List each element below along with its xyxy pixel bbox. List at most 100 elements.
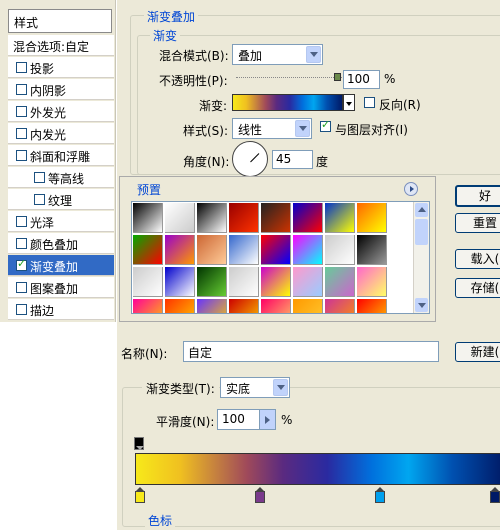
chevron-up-icon (418, 207, 426, 212)
style-item-checkbox[interactable] (16, 282, 27, 293)
save-button[interactable]: 存储( (455, 278, 500, 298)
style-item-checkbox[interactable] (16, 304, 27, 315)
style-item-checkbox[interactable] (16, 84, 27, 95)
style-item-label: 渐变叠加 (30, 260, 79, 274)
angle-dial[interactable] (232, 141, 268, 177)
gradient-preset-swatch[interactable] (357, 203, 387, 233)
gradient-preset-swatch[interactable] (133, 203, 163, 233)
style-item[interactable]: 渐变叠加 (8, 255, 114, 276)
style-item[interactable]: 纹理 (8, 189, 114, 210)
gradient-preset-swatch[interactable] (165, 299, 195, 313)
gradient-preset-swatch[interactable] (293, 299, 323, 313)
gradient-preset-swatch[interactable] (197, 235, 227, 265)
color-stops-title: 色标 (145, 512, 176, 529)
style-item[interactable]: 描边 (8, 299, 114, 320)
style-item[interactable]: 颜色叠加 (8, 233, 114, 254)
gradient-preset-swatch[interactable] (165, 235, 195, 265)
scroll-up-button[interactable] (415, 203, 428, 217)
gradient-preset-swatch[interactable] (357, 267, 387, 297)
style-item-checkbox[interactable] (34, 172, 45, 183)
style-item-checkbox[interactable] (16, 238, 27, 249)
gradient-preset-swatch[interactable] (357, 299, 387, 313)
gradient-preset-swatch[interactable] (293, 203, 323, 233)
gradient-preset-swatch[interactable] (229, 299, 259, 313)
style-item[interactable]: 内发光 (8, 123, 114, 144)
gradient-preview[interactable] (232, 94, 343, 111)
style-item-label: 纹理 (48, 194, 73, 208)
gradient-preset-swatch[interactable] (261, 299, 291, 313)
style-item-label: 光泽 (30, 216, 55, 230)
gradient-preset-swatch[interactable] (197, 267, 227, 297)
gradient-preset-swatch[interactable] (325, 267, 355, 297)
gradient-type-select[interactable]: 实底 (220, 377, 290, 398)
smoothness-stepper[interactable] (259, 409, 276, 430)
gradient-overlay-title: 渐变叠加 (144, 8, 199, 25)
presets-menu-button[interactable] (404, 182, 418, 196)
new-button[interactable]: 新建( (455, 342, 500, 362)
style-item-checkbox[interactable] (34, 194, 45, 205)
gradient-preset-swatch[interactable] (325, 299, 355, 313)
gradient-preset-swatch[interactable] (261, 235, 291, 265)
opacity-slider-track[interactable] (236, 77, 342, 78)
gradient-preset-swatch[interactable] (325, 235, 355, 265)
style-item-checkbox[interactable] (16, 216, 27, 227)
gradient-preset-swatch[interactable] (293, 235, 323, 265)
gradient-type-value: 实底 (226, 382, 251, 396)
gradient-preset-swatch[interactable] (357, 235, 387, 265)
gradient-preset-swatch[interactable] (293, 267, 323, 297)
style-item[interactable]: 投影 (8, 57, 114, 78)
gradient-preset-swatch[interactable] (229, 235, 259, 265)
gradient-preset-swatch[interactable] (325, 203, 355, 233)
style-item[interactable]: 内阴影 (8, 79, 114, 100)
opacity-label: 不透明性(P): (159, 74, 228, 88)
ok-button[interactable]: 好 (455, 185, 500, 207)
style-item[interactable]: 混合选项:自定 (8, 35, 114, 56)
smoothness-input[interactable]: 100 (217, 409, 262, 430)
color-stop[interactable] (135, 487, 145, 503)
reset-button[interactable]: 重置 (455, 213, 500, 233)
style-item[interactable]: 图案叠加 (8, 277, 114, 298)
scroll-down-button[interactable] (415, 298, 428, 312)
color-stop[interactable] (375, 487, 385, 503)
opacity-unit: % (384, 72, 396, 86)
gradient-preset-swatch[interactable] (261, 267, 291, 297)
style-item[interactable]: 等高线 (8, 167, 114, 188)
chevron-down-icon (295, 120, 310, 137)
style-item[interactable]: 外发光 (8, 101, 114, 122)
gradient-preset-swatch[interactable] (197, 203, 227, 233)
angle-input[interactable]: 45 (272, 150, 313, 169)
presets-scrollbar[interactable] (413, 202, 429, 313)
style-item-checkbox[interactable] (16, 257, 27, 271)
load-button[interactable]: 载入( (455, 249, 500, 269)
gradient-preset-swatch[interactable] (165, 267, 195, 297)
checkbox-box (320, 118, 331, 132)
style-item-checkbox[interactable] (16, 150, 27, 161)
gradient-preset-swatch[interactable] (133, 267, 163, 297)
style-select[interactable]: 线性 (232, 118, 312, 139)
gradient-preset-swatch[interactable] (229, 267, 259, 297)
opacity-stop[interactable] (134, 437, 144, 450)
style-item-checkbox[interactable] (16, 128, 27, 139)
checkbox-box (364, 97, 375, 108)
style-item[interactable]: 斜面和浮雕 (8, 145, 114, 166)
blend-mode-select[interactable]: 叠加 (232, 44, 323, 65)
color-stop[interactable] (490, 487, 500, 503)
opacity-slider-thumb[interactable] (334, 73, 341, 81)
style-list-title: 样式 (8, 9, 112, 33)
gradient-preset-swatch[interactable] (133, 299, 163, 313)
gradient-ramp[interactable] (135, 453, 500, 485)
style-item[interactable]: 光泽 (8, 211, 114, 232)
gradient-preset-swatch[interactable] (229, 203, 259, 233)
angle-label: 角度(N): (183, 155, 230, 169)
style-item-checkbox[interactable] (16, 106, 27, 117)
gradient-preset-swatch[interactable] (165, 203, 195, 233)
gradient-preset-swatch[interactable] (133, 235, 163, 265)
gradient-picker-button[interactable] (343, 94, 355, 111)
gradient-preset-swatch[interactable] (261, 203, 291, 233)
color-stop[interactable] (255, 487, 265, 503)
gradient-preset-swatch[interactable] (197, 299, 227, 313)
style-item-checkbox[interactable] (16, 62, 27, 73)
opacity-input[interactable]: 100 (343, 70, 380, 89)
name-input[interactable]: 自定 (183, 341, 439, 362)
scroll-thumb[interactable] (415, 219, 428, 245)
